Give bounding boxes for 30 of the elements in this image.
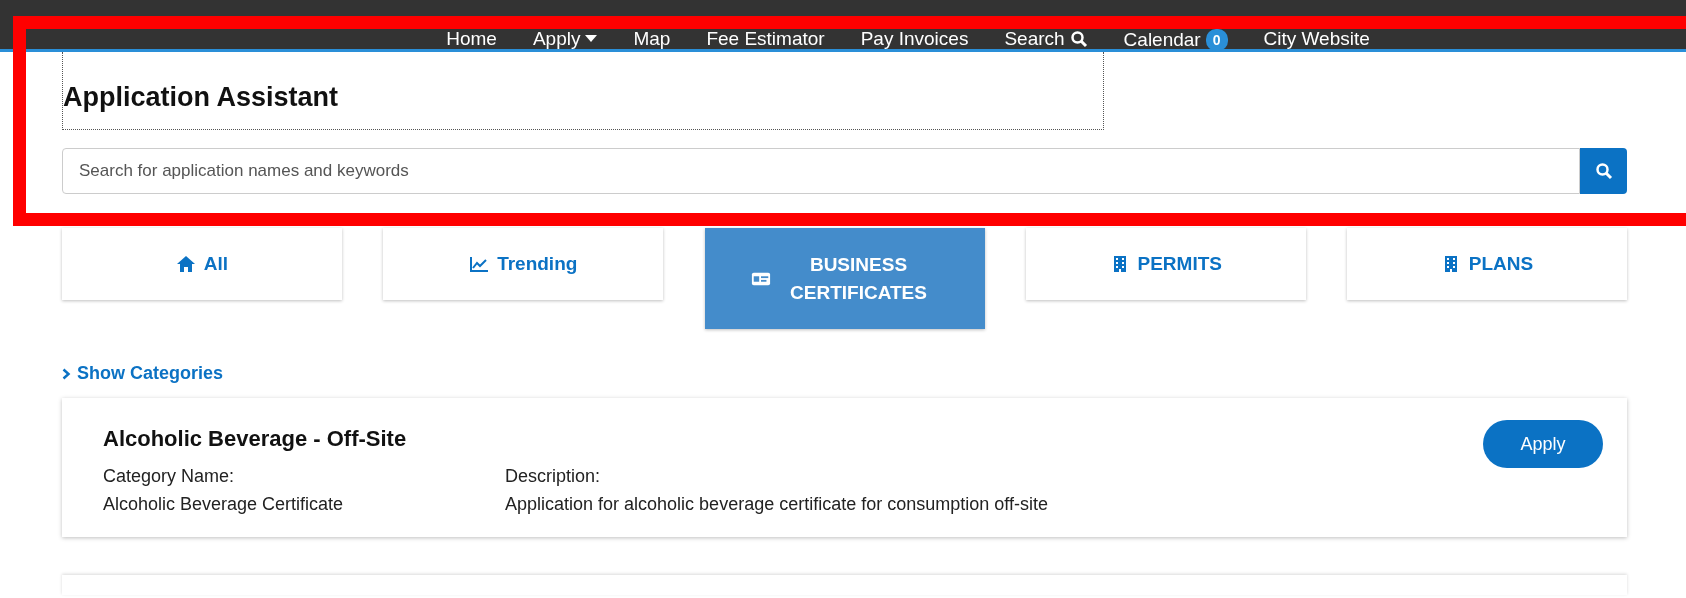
field-value: Application for alcoholic beverage certificate for consumption off-site <box>505 494 1048 515</box>
chevron-icon <box>62 367 71 380</box>
page-title: Application Assistant <box>63 82 339 113</box>
search-button[interactable] <box>1580 148 1627 194</box>
line-chart-icon <box>469 255 490 273</box>
search-icon <box>1069 30 1088 48</box>
nav-link[interactable]: Apply <box>532 29 598 49</box>
nav-link[interactable]: Pay Invoices <box>860 29 969 49</box>
field-label: Category Name: <box>103 466 236 487</box>
nav-link[interactable]: Calendar 0 <box>1123 29 1228 51</box>
category-tab[interactable]: PERMITS <box>1025 228 1306 300</box>
nav-link[interactable]: City Website <box>1263 29 1370 49</box>
search-icon <box>1594 162 1613 180</box>
nav-link[interactable]: Home <box>446 29 497 49</box>
nav-link[interactable]: Fee Estimator <box>706 29 825 49</box>
category-tab[interactable]: All <box>62 228 342 300</box>
category-tab[interactable]: Trending <box>383 228 664 300</box>
search-field[interactable]: Search for application names and keywords <box>62 148 1580 194</box>
count-badge: 0 <box>1205 29 1228 51</box>
apply-button[interactable]: Apply <box>1483 420 1603 468</box>
category-tab[interactable]: PLANS <box>1347 228 1627 300</box>
field-label: Description: <box>505 466 602 487</box>
category-tab[interactable]: BUSINESS CERTIFICATES <box>704 228 985 329</box>
home-icon <box>175 255 196 273</box>
nav-link[interactable]: Search <box>1004 29 1088 49</box>
nav-link[interactable]: Map <box>633 29 671 49</box>
caret-icon <box>585 35 598 43</box>
field-value: Alcoholic Beverage Certificate <box>103 494 345 515</box>
result-title: Alcoholic Beverage - Off-Site <box>103 426 408 452</box>
show-categories-toggle[interactable]: Show Categories <box>62 363 224 384</box>
